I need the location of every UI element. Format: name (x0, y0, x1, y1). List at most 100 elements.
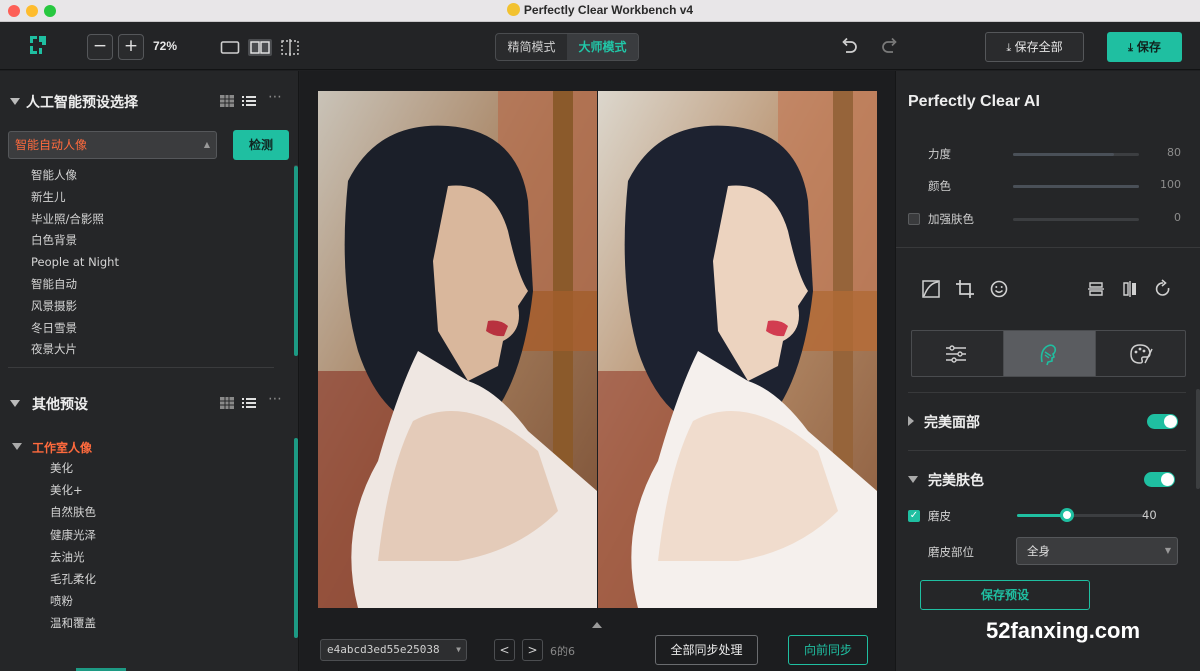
adjustments-panel: Perfectly Clear AI 力度 80 颜色 100 加强肤色 0 完… (895, 71, 1200, 671)
studio-portrait-label: 工作室人像 (32, 441, 93, 455)
strength-slider[interactable] (1013, 153, 1139, 156)
curves-icon[interactable] (921, 279, 941, 299)
perfect-face-section[interactable]: 完美面部 (908, 412, 980, 432)
prev-image-button[interactable]: < (494, 639, 515, 661)
sync-forward-button[interactable]: 向前同步 (788, 635, 868, 665)
single-view-icon[interactable] (220, 39, 240, 56)
crop-icon[interactable] (955, 279, 975, 299)
flip-horizontal-icon[interactable] (1120, 279, 1140, 299)
simple-mode-button[interactable]: 精简模式 (496, 34, 567, 60)
ai-presets-header[interactable]: 人工智能预设选择 (10, 92, 138, 112)
undo-icon[interactable] (840, 37, 858, 55)
smooth-slider[interactable] (1017, 514, 1143, 517)
tab-color[interactable] (1096, 331, 1187, 376)
mode-switch: 精简模式 大师模式 (495, 33, 639, 61)
skin-tone-value: 0 (1174, 211, 1181, 224)
ai-preset-item[interactable]: 冬日雪景 (31, 318, 119, 340)
face-icon[interactable] (989, 279, 1009, 299)
other-preset-item[interactable]: 美化+ (50, 479, 96, 501)
file-dropdown[interactable]: e4abcd3ed55e25038 ▼ (320, 639, 467, 661)
ai-preset-value: 智能自动人像 (15, 138, 88, 152)
ai-preset-item[interactable]: 新生儿 (31, 187, 119, 209)
other-list-scroll-thumb[interactable] (294, 438, 298, 638)
processed-photo[interactable] (598, 91, 877, 608)
panel-title: Perfectly Clear AI (908, 93, 1040, 110)
expand-icon (908, 416, 914, 426)
other-presets-header[interactable]: 其他预设 (10, 394, 88, 414)
collapse-icon (10, 400, 20, 407)
ai-preset-item[interactable]: People at Night (31, 252, 119, 274)
split-view-icon[interactable] (248, 39, 272, 56)
other-preset-item[interactable]: 毛孔柔化 (50, 568, 96, 590)
more-options-icon[interactable]: ⋯ (268, 89, 282, 105)
window-title-text: Perfectly Clear Workbench v4 (523, 3, 694, 17)
download-icon: ⤓ (1128, 41, 1137, 54)
flip-vertical-icon[interactable] (1086, 279, 1106, 299)
list-view-icon[interactable] (242, 397, 256, 409)
ai-preset-item[interactable]: 智能人像 (31, 165, 119, 187)
color-fill (1013, 185, 1139, 188)
smooth-area-dropdown[interactable]: 全身 ▼ (1016, 537, 1178, 565)
panel-divider (908, 450, 1186, 451)
skin-tone-label: 加强肤色 (928, 212, 974, 226)
other-preset-item[interactable]: 去油光 (50, 546, 96, 568)
perfect-skin-label: 完美肤色 (928, 473, 984, 489)
other-preset-item[interactable]: 喷粉 (50, 590, 96, 612)
other-preset-item[interactable]: 健康光泽 (50, 524, 96, 546)
ai-preset-list: 智能人像 新生儿 毕业照/合影照 白色背景 People at Night 智能自动 风景摄… (31, 165, 119, 361)
ai-preset-item[interactable]: 智能自动 (31, 274, 119, 296)
ai-presets-title: 人工智能预设选择 (26, 95, 138, 111)
ai-preset-dropdown[interactable]: 智能自动人像 ▲ (8, 131, 217, 159)
skin-tone-checkbox[interactable] (908, 213, 920, 225)
smooth-checkbox[interactable]: ✓ (908, 510, 920, 522)
ai-preset-item[interactable]: 风景摄影 (31, 296, 119, 318)
toggle-knob (1161, 473, 1174, 486)
grid-view-icon[interactable] (220, 397, 234, 409)
next-image-button[interactable]: > (522, 639, 543, 661)
save-all-button[interactable]: ⤓ 保存全部 (985, 32, 1084, 62)
ai-preset-item[interactable]: 白色背景 (31, 230, 119, 252)
compare-view-icon[interactable] (280, 39, 300, 56)
smooth-slider-handle[interactable] (1060, 508, 1075, 522)
save-preset-button[interactable]: 保存预设 (920, 580, 1090, 610)
ai-preset-item[interactable]: 夜景大片 (31, 339, 119, 361)
perfect-face-toggle[interactable] (1147, 414, 1178, 429)
other-preset-item[interactable]: 温和覆盖 (50, 612, 96, 634)
perfect-skin-toggle[interactable] (1144, 472, 1175, 487)
panel-scrollbar[interactable] (1196, 389, 1200, 489)
ai-list-scroll-thumb[interactable] (294, 166, 298, 356)
collapse-icon (12, 443, 22, 450)
ai-header-icons: ⋯ (220, 89, 290, 109)
watermark-text: 52fanxing.com (986, 618, 1141, 643)
tab-sliders[interactable] (912, 331, 1003, 376)
sync-all-button[interactable]: 全部同步处理 (655, 635, 758, 665)
ai-preset-item[interactable]: 毕业照/合影照 (31, 209, 119, 231)
other-header-icons: ⋯ (220, 391, 290, 411)
zoom-out-button[interactable]: − (87, 34, 113, 60)
rotate-icon[interactable] (1153, 279, 1173, 299)
other-preset-item[interactable]: 自然肤色 (50, 501, 96, 523)
grid-view-icon[interactable] (220, 95, 234, 107)
more-options-icon[interactable]: ⋯ (268, 391, 282, 407)
studio-portrait-group[interactable]: 工作室人像 (12, 439, 92, 456)
color-slider[interactable] (1013, 185, 1139, 188)
redo-icon[interactable] (881, 37, 899, 55)
app-icon (506, 3, 520, 16)
original-photo[interactable] (318, 91, 597, 608)
chevron-down-icon: ▼ (1164, 546, 1171, 555)
tab-portrait[interactable] (1004, 331, 1095, 376)
file-name: e4abcd3ed55e25038 (327, 643, 440, 656)
other-preset-item[interactable]: 美化 (50, 457, 96, 479)
save-button[interactable]: ⤓ 保存 (1107, 32, 1182, 62)
list-view-icon[interactable] (242, 95, 256, 107)
sliders-icon (946, 345, 966, 363)
save-all-label: 保存全部 (1014, 40, 1063, 54)
image-counter: 6的6 (550, 645, 575, 658)
detect-button[interactable]: 检测 (233, 130, 289, 160)
master-mode-button[interactable]: 大师模式 (567, 34, 638, 60)
skin-tone-slider[interactable] (1013, 218, 1139, 221)
smooth-area-label: 磨皮部位 (928, 545, 974, 559)
color-slider-row: 颜色 100 (896, 176, 1200, 196)
zoom-in-button[interactable]: + (118, 34, 144, 60)
perfect-skin-section[interactable]: 完美肤色 (908, 470, 984, 490)
